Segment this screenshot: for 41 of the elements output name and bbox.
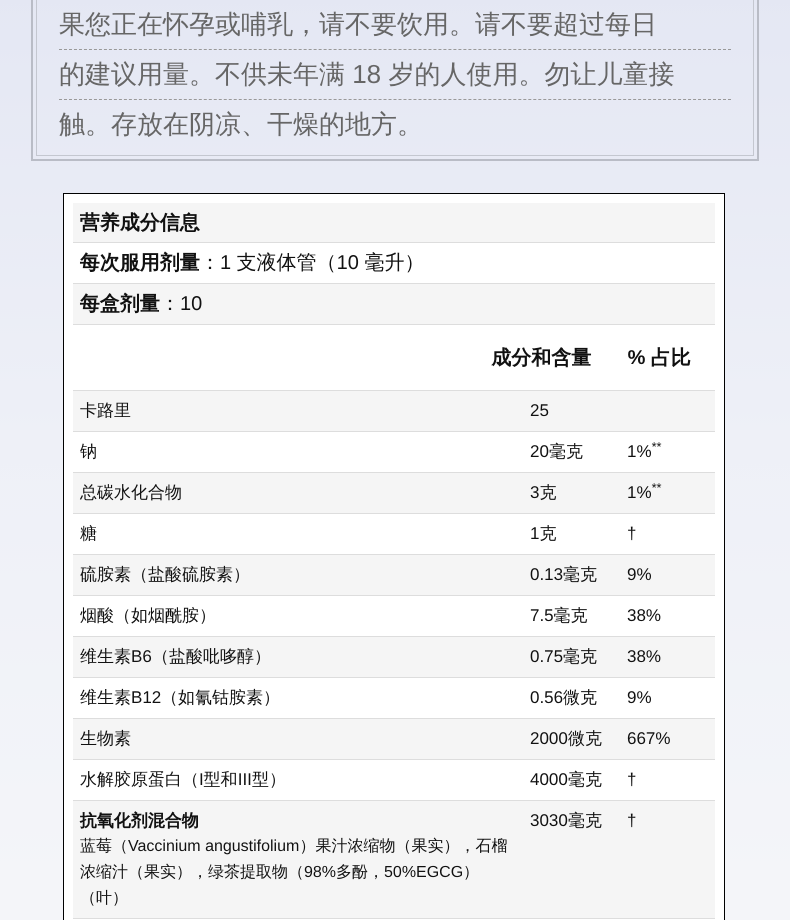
daily-percent: 38% [627, 605, 662, 628]
serving-size: 每次服用剂量：1 支液体管（10 毫升） [80, 250, 424, 276]
nutrient-amount: 25 [530, 400, 550, 422]
daily-percent: † [627, 769, 638, 792]
nutrient-name: 维生素B12（如氰钴胺素） [80, 687, 282, 710]
daily-percent: † [627, 810, 638, 832]
nutrient-description: 蓝莓（Vaccinium angustifolium）果汁浓缩物（果实），石榴浓缩汁（果实），绿茶提取物（98%多酚，50%EGCG）（叶） [80, 836, 508, 909]
warning-text: 果您正在怀孕或哺乳，请不要饮用。请不要超过每日 [59, 9, 657, 39]
daily-percent: 1%$^{**}$ [627, 480, 663, 504]
nutrient-amount: 3克 [530, 482, 558, 504]
nutrient-amount: 2000微克 [530, 728, 603, 750]
daily-percent: 667% [627, 728, 672, 750]
nutrient-amount: 4000毫克 [530, 769, 603, 792]
warning-text: 的建议用量。不供未年满 18 岁的人使用。勿让儿童接 [59, 59, 674, 89]
column-header: % 占比 [628, 346, 691, 370]
nutrient-name: 烟酸（如烟酰胺） [80, 605, 217, 628]
nutrient-name: 糖 [80, 523, 98, 546]
daily-percent: † [627, 523, 638, 546]
daily-percent: 9% [627, 687, 653, 710]
nutrient-name: 卡路里 [80, 400, 132, 422]
nutrient-name: 维生素B6（盐酸吡哆醇） [80, 646, 272, 668]
daily-percent: 38% [627, 646, 662, 668]
nutrient-name: 硫胺素（盐酸硫胺素） [80, 564, 251, 586]
nutrient-name: 总碳水化合物 [80, 482, 183, 504]
nutrient-name: 钠 [80, 441, 98, 464]
servings-per-package-text: 每盒剂量：10 [80, 292, 202, 317]
nutrient-amount: 0.56微克 [530, 687, 598, 710]
table-title: 营养成分信息 [80, 210, 200, 236]
nutrient-name: 抗氧化剂混合物 [80, 810, 200, 832]
nutrient-name: 生物素 [80, 728, 132, 750]
nutrient-name: 水解胶原蛋白（I型和III型） [80, 769, 287, 792]
warning-text: 触。存放在阴凉、干燥的地方。 [59, 109, 423, 139]
nutrient-amount: 1克 [530, 523, 558, 546]
daily-percent: 9% [627, 564, 653, 586]
nutrient-amount: 0.13毫克 [530, 564, 598, 586]
column-header: 成分和含量 [492, 346, 592, 370]
nutrient-amount: 0.75毫克 [530, 646, 598, 668]
nutrient-amount: 20毫克 [530, 441, 584, 464]
nutrient-amount: 3030毫克 [530, 810, 603, 832]
daily-percent: 1%$^{**}$ [627, 439, 663, 464]
nutrient-amount: 7.5毫克 [530, 605, 589, 628]
